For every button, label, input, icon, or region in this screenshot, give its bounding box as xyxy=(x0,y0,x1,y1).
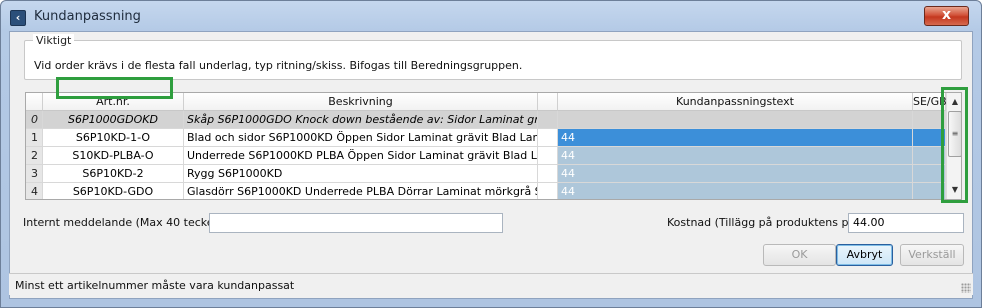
table-row[interactable]: 2 S10KD-PLBA-O Underrede S6P1000KD PLBA … xyxy=(26,147,946,165)
custom-text-cell[interactable]: 44 xyxy=(558,129,913,147)
highlight-scrollbar xyxy=(941,87,968,203)
internal-message-input[interactable] xyxy=(209,213,503,233)
col-header-desc[interactable]: Beskrivning xyxy=(184,93,538,111)
art-cell[interactable]: S6P10KD-2 xyxy=(43,165,184,183)
spacer-cell xyxy=(538,183,558,199)
spacer-cell xyxy=(538,147,558,165)
row-index: 0 xyxy=(26,111,43,129)
row-index: 2 xyxy=(26,147,43,165)
notice-group: Viktigt Vid order krävs i de flesta fall… xyxy=(24,34,962,80)
custom-text-cell[interactable]: 44 xyxy=(558,147,913,165)
custom-text-cell[interactable]: 44 xyxy=(558,183,913,199)
table-row[interactable]: 3 S6P10KD-2 Rygg S6P1000KD 44 xyxy=(26,165,946,183)
table-row[interactable]: 0 S6P1000GDOKD Skåp S6P1000GDO Knock dow… xyxy=(26,111,946,129)
notice-legend: Viktigt xyxy=(33,34,75,47)
art-cell[interactable]: S6P1000GDOKD xyxy=(43,111,184,129)
spacer-cell xyxy=(538,165,558,183)
status-message: Minst ett artikelnummer måste vara kunda… xyxy=(15,279,295,292)
cost-label: Kostnad (Tillägg på produktens pris): xyxy=(667,216,870,229)
notice-text: Vid order krävs i de flesta fall underla… xyxy=(34,59,523,72)
spacer-cell xyxy=(538,111,558,129)
highlight-art-cell xyxy=(56,77,173,99)
dialog-body: Viktigt Vid order krävs i de flesta fall… xyxy=(9,31,973,299)
status-bar: Minst ett artikelnummer måste vara kunda… xyxy=(9,273,973,295)
desc-cell[interactable]: Skåp S6P1000GDO Knock down bestående av:… xyxy=(184,111,538,129)
dialog-window: ‹ Kundanpassning x Viktigt Vid order krä… xyxy=(0,0,982,308)
grid-corner xyxy=(26,93,43,111)
close-button[interactable]: x xyxy=(924,6,969,26)
custom-text-cell[interactable]: 44 xyxy=(558,165,913,183)
desc-cell[interactable]: Rygg S6P1000KD xyxy=(184,165,538,183)
app-icon: ‹ xyxy=(10,10,26,26)
desc-cell[interactable]: Glasdörr S6P1000KD Underrede PLBA Dörrar… xyxy=(184,183,538,199)
internal-message-label: Internt meddelande (Max 40 tecken): xyxy=(23,216,229,229)
table-row[interactable]: 4 S6P10KD-GDO Glasdörr S6P1000KD Underre… xyxy=(26,183,946,199)
cancel-button[interactable]: Avbryt xyxy=(836,244,893,266)
article-grid[interactable]: Art.nr. Beskrivning Kundanpassningstext … xyxy=(25,92,962,200)
table-row[interactable]: 1 S6P10KD-1-O Blad och sidor S6P1000KD Ö… xyxy=(26,129,946,147)
resize-grip-icon[interactable] xyxy=(961,283,971,293)
cost-input[interactable]: 44.00 xyxy=(848,213,964,233)
row-index: 4 xyxy=(26,183,43,199)
col-header-text[interactable]: Kundanpassningstext xyxy=(558,93,913,111)
custom-text-cell[interactable] xyxy=(558,111,913,129)
window-title: Kundanpassning xyxy=(34,9,141,24)
row-index: 1 xyxy=(26,129,43,147)
col-header-spacer xyxy=(538,93,558,111)
desc-cell[interactable]: Blad och sidor S6P1000KD Öppen Sidor Lam… xyxy=(184,129,538,147)
desc-cell[interactable]: Underrede S6P1000KD PLBA Öppen Sidor Lam… xyxy=(184,147,538,165)
art-cell[interactable]: S6P10KD-1-O xyxy=(43,129,184,147)
art-cell[interactable]: S10KD-PLBA-O xyxy=(43,147,184,165)
art-cell[interactable]: S6P10KD-GDO xyxy=(43,183,184,199)
spacer-cell xyxy=(538,129,558,147)
row-index: 3 xyxy=(26,165,43,183)
title-bar[interactable]: ‹ Kundanpassning x xyxy=(1,1,981,31)
apply-button[interactable]: Verkställ xyxy=(900,244,964,266)
ok-button[interactable]: OK xyxy=(763,244,836,266)
